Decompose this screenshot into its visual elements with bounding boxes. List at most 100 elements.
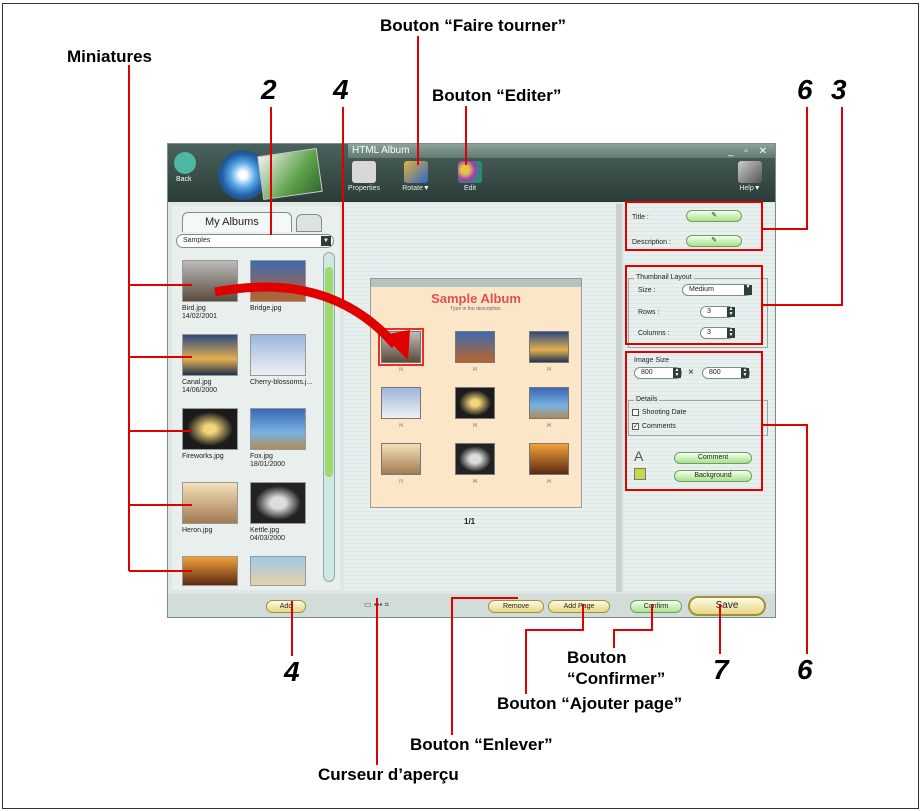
add-button[interactable]: Add — [266, 600, 306, 613]
shooting-date-label: Shooting Date — [642, 409, 687, 416]
edit-icon — [458, 161, 482, 183]
photo-number: [3] — [546, 366, 552, 371]
stepper-arrows-icon[interactable]: ▲ ▼ — [727, 328, 735, 338]
callout-confirm-2: “Confirmer” — [567, 669, 666, 688]
page-indicator: 1/1 — [464, 517, 476, 526]
callout-remove-button: Bouton “Enlever” — [410, 735, 553, 754]
left-panel: My Albums Samples ▼ Bird.jpg 14/02/2001 Br… — [172, 206, 340, 590]
tab-my-albums[interactable]: My Albums — [182, 212, 292, 232]
photo-number: [8] — [472, 478, 478, 483]
description-label: Description : — [632, 239, 671, 246]
stepper-arrows-icon[interactable]: ▲ ▼ — [741, 368, 749, 378]
thumbnail[interactable] — [250, 556, 306, 586]
photo-number: [5] — [472, 422, 478, 427]
help-button[interactable]: Help▼ — [730, 161, 770, 192]
properties-icon — [352, 161, 376, 183]
thumbnail[interactable] — [250, 408, 306, 450]
background-button[interactable]: Background — [674, 470, 752, 482]
remove-button[interactable]: Remove — [488, 600, 544, 613]
photo-number: [2] — [472, 366, 478, 371]
chevron-down-icon[interactable]: ▼ — [744, 285, 752, 295]
edit-button[interactable]: Edit — [450, 161, 490, 192]
properties-button[interactable]: Properties — [344, 161, 384, 192]
album-title: Sample Album — [431, 291, 521, 306]
thumbnail[interactable] — [182, 334, 238, 376]
thumbnail-caption: Cherry-blossoms.j... — [250, 379, 313, 386]
save-button[interactable]: Save — [688, 596, 766, 616]
thumbnail[interactable] — [182, 408, 238, 450]
rows-label: Rows : — [638, 309, 660, 316]
step-number: 6 — [797, 74, 813, 105]
callout-add-page-button: Bouton “Ajouter page” — [497, 694, 683, 713]
preview-photo[interactable] — [378, 328, 424, 366]
photo-number: [6] — [546, 422, 552, 427]
thumbnail[interactable] — [182, 260, 238, 302]
callout-rotate-button: Bouton “Faire tourner” — [380, 16, 567, 35]
preview-photo[interactable] — [529, 387, 569, 419]
window-title: HTML Album _ ▫ ✕ — [348, 144, 775, 159]
preview-size-slider[interactable]: ▭ ▪▪▪ ⌗ — [364, 600, 418, 612]
image-size-label: Image Size — [634, 357, 670, 364]
thumbnail-caption: Heron.jpg — [182, 527, 213, 534]
step-number: 6 — [797, 654, 813, 685]
album-subtitle: Type in the description. — [450, 306, 502, 312]
description-edit-button[interactable]: ✎ — [686, 235, 742, 247]
back-arrow-icon[interactable] — [174, 152, 196, 174]
thumbnail-caption: Canal.jpg 14/06/2000 — [182, 379, 218, 394]
tab-search[interactable] — [296, 214, 322, 232]
preview-photo[interactable] — [455, 443, 495, 475]
app-window: Back HTML Album _ ▫ ✕ Properties Rotate▼ … — [167, 143, 776, 618]
thumbnail-caption: Bridge.jpg — [250, 305, 282, 312]
stepper-arrows-icon[interactable]: ▲ ▼ — [673, 368, 681, 378]
thumbnail[interactable] — [250, 482, 306, 524]
preview-photo[interactable] — [455, 387, 495, 419]
step-number: 7 — [713, 654, 729, 685]
rotate-button[interactable]: Rotate▼ — [396, 161, 436, 192]
step-number: 3 — [831, 74, 847, 105]
panel-splitter[interactable] — [616, 204, 622, 592]
add-page-button[interactable]: Add Page — [548, 600, 610, 613]
columns-label: Columns : — [638, 330, 670, 337]
details-label: Details — [634, 396, 660, 403]
title-edit-button[interactable]: ✎ — [686, 210, 742, 222]
step-number: 4 — [333, 74, 349, 105]
confirm-button[interactable]: Confirm — [630, 600, 682, 613]
thumbnail[interactable] — [250, 260, 306, 302]
preview-photo[interactable] — [381, 387, 421, 419]
thumbnail[interactable] — [182, 556, 238, 586]
back-label[interactable]: Back — [176, 176, 192, 183]
comments-label: Comments — [642, 423, 676, 430]
step-number: 2 — [261, 74, 277, 105]
thumbnail[interactable] — [250, 334, 306, 376]
comment-button[interactable]: Comment — [674, 452, 752, 464]
window-controls-icon[interactable]: _ ▫ ✕ — [728, 145, 771, 159]
album-dropdown[interactable]: Samples ▼ — [176, 234, 334, 248]
callout-confirm-1: Bouton — [567, 648, 627, 667]
preview-photo[interactable] — [529, 443, 569, 475]
callout-edit-button: Bouton “Editer” — [432, 86, 562, 105]
preview-photo[interactable] — [529, 331, 569, 363]
photo-number: [9] — [546, 478, 552, 483]
pencil-icon: ✎ — [711, 237, 717, 244]
thumbnail-caption: Fox.jpg 18/01/2000 — [250, 453, 286, 468]
thumbnail-scrollbar[interactable] — [323, 252, 335, 582]
photo-number: [1] — [398, 366, 404, 371]
stepper-arrows-icon[interactable]: ▲ ▼ — [727, 307, 735, 317]
thumbnail-caption: Kettle.jpg 04/03/2000 — [250, 527, 286, 542]
thumbnail[interactable] — [182, 482, 238, 524]
thumbnail-caption: Bird.jpg 14/02/2001 — [182, 305, 218, 320]
scrollbar-thumb[interactable] — [325, 267, 333, 477]
size-select[interactable]: Medium — [682, 284, 752, 296]
help-icon — [738, 161, 762, 183]
title-label: Title : — [632, 214, 649, 221]
toolbar: Back HTML Album _ ▫ ✕ Properties Rotate▼ … — [168, 144, 775, 202]
preview-photo[interactable] — [455, 331, 495, 363]
comments-checkbox[interactable]: ✓ — [632, 423, 639, 430]
preview-photo[interactable] — [381, 443, 421, 475]
shooting-date-checkbox[interactable] — [632, 409, 639, 416]
thumbnail-layout-label: Thumbnail Layout — [634, 274, 694, 281]
times-sign: × — [688, 367, 694, 378]
photo-number: [4] — [398, 422, 404, 427]
font-icon: A — [634, 448, 644, 464]
rotate-icon — [404, 161, 428, 183]
